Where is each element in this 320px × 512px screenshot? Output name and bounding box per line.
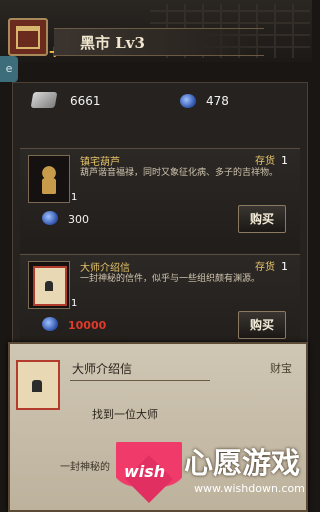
tooltip-item-name: 大师介绍信 (72, 362, 133, 376)
shop-icon[interactable] (8, 18, 48, 56)
item-qty: 1 (71, 298, 78, 309)
item-price: 10000 (68, 319, 107, 332)
item-qty: 1 (71, 192, 78, 203)
tooltip-item-type: 财宝 (270, 362, 292, 375)
tooltip-effect: 找到一位大师 (92, 408, 158, 421)
silver-icon (30, 92, 58, 108)
item-stock: 存货 1 (255, 260, 288, 273)
gem-icon (42, 211, 58, 225)
buy-button[interactable]: 购买 (238, 311, 286, 339)
item-description: 葫芦谐音福禄，同时又象征化病、多子的吉祥物。 (80, 168, 279, 178)
silver-value: 6661 (70, 94, 101, 108)
list-item: 1 镇宅葫芦 存货 1 葫芦谐音福禄，同时又象征化病、多子的吉祥物。 300 购买 (20, 148, 300, 253)
gem-icon (42, 317, 58, 331)
page-title: 黑市 Lv3 (80, 34, 145, 52)
item-name: 大师介绍信 (80, 263, 130, 274)
currency-row: 6661 478 (24, 88, 294, 116)
watermark-url: www.wishdown.com (194, 482, 305, 495)
item-name: 镇宅葫芦 (80, 157, 120, 168)
watermark-wish-text: wish (124, 462, 166, 481)
tooltip-description: 一封神秘的 (60, 462, 110, 473)
buy-button[interactable]: 购买 (238, 205, 286, 233)
letter-icon (16, 360, 60, 410)
letter-icon (33, 266, 67, 306)
gem-value: 478 (206, 94, 229, 108)
watermark-brand: 心愿游戏 (184, 446, 301, 480)
side-tab[interactable]: e (0, 56, 18, 82)
item-thumbnail[interactable]: 1 (28, 155, 77, 203)
item-description: 一封神秘的信件，似乎与一些组织颇有渊源。 (80, 274, 261, 284)
item-thumbnail[interactable]: 1 (28, 261, 77, 309)
item-price: 300 (68, 213, 89, 226)
item-stock: 存货 1 (255, 154, 288, 167)
gem-icon (180, 94, 196, 108)
gourd-icon (42, 164, 56, 194)
divider (70, 380, 210, 381)
